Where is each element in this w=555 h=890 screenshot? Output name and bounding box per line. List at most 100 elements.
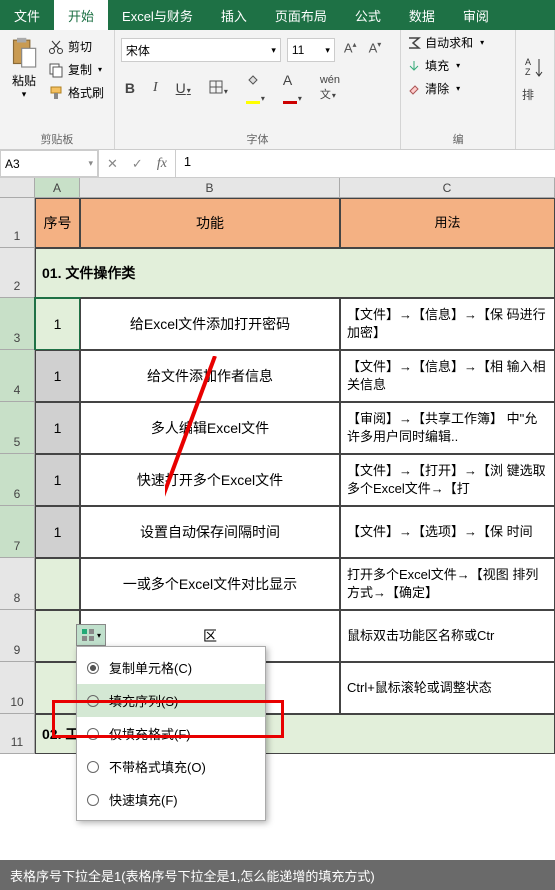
cell[interactable]: 设置自动保存间隔时间 bbox=[80, 506, 340, 558]
tab-excel-finance[interactable]: Excel与财务 bbox=[108, 0, 207, 30]
font-size-select[interactable]: 11▾ bbox=[287, 38, 335, 62]
caption-overlay: 表格序号下拉全是1(表格序号下拉全是1,怎么能递增的填充方式) bbox=[0, 860, 555, 890]
formula-bar-row: A3▾ ✕ ✓ fx 1 bbox=[0, 150, 555, 178]
row-header-2[interactable]: 2 bbox=[0, 248, 35, 298]
cell[interactable]: 给Excel文件添加打开密码 bbox=[80, 298, 340, 350]
autofill-menu: 复制单元格(C) 填充序列(S) 仅填充格式(F) 不带格式填充(O) 快速填充… bbox=[76, 646, 266, 821]
cell[interactable]: 【文件】→【信息】→【相 输入相关信息 bbox=[340, 350, 555, 402]
ribbon-tabs: 文件 开始 Excel与财务 插入 页面布局 公式 数据 审阅 bbox=[0, 0, 555, 30]
row-header-4[interactable]: 4 bbox=[0, 350, 35, 402]
row-header-1[interactable]: 1 bbox=[0, 198, 35, 248]
border-button[interactable]: ▾ bbox=[205, 78, 232, 99]
cell[interactable]: 【审阅】→【共享工作簿】 中"允许多用户同时编辑.. bbox=[340, 402, 555, 454]
row-header-7[interactable]: 7 bbox=[0, 506, 35, 558]
scissors-icon bbox=[48, 39, 64, 55]
tab-data[interactable]: 数据 bbox=[395, 0, 449, 30]
formula-bar[interactable]: 1 bbox=[175, 150, 555, 177]
menu-quick-fill[interactable]: 快速填充(F) bbox=[77, 783, 265, 816]
fx-button[interactable]: fx bbox=[157, 156, 167, 172]
cell-a3[interactable]: 1 bbox=[35, 298, 80, 350]
edit-group-label: 编 bbox=[401, 131, 515, 147]
name-box[interactable]: A3▾ bbox=[0, 150, 98, 177]
cut-label: 剪切 bbox=[68, 38, 92, 55]
cell[interactable]: Ctrl+鼠标滚轮或调整状态 bbox=[340, 662, 555, 714]
cell[interactable]: 给文件添加作者信息 bbox=[80, 350, 340, 402]
menu-fill-series[interactable]: 填充序列(S) bbox=[77, 684, 265, 717]
menu-fill-format[interactable]: 仅填充格式(F) bbox=[77, 717, 265, 750]
row-header-11[interactable]: 11 bbox=[0, 714, 35, 754]
autofill-options-button[interactable]: ▾ bbox=[76, 624, 106, 646]
ribbon-body: 粘贴 ▾ 剪切 复制▾ 格式刷 剪贴板 宋体▾ 11▾ A▴ A▾ bbox=[0, 30, 555, 150]
cell[interactable]: 1 bbox=[35, 402, 80, 454]
font-group-label: 字体 bbox=[115, 131, 400, 147]
tab-review[interactable]: 审阅 bbox=[449, 0, 503, 30]
underline-button[interactable]: U▾ bbox=[172, 78, 195, 98]
cell[interactable]: 一或多个Excel文件对比显示 bbox=[80, 558, 340, 610]
cell[interactable]: 【文件】→【选项】→【保 时间 bbox=[340, 506, 555, 558]
copy-button[interactable]: 复制▾ bbox=[48, 61, 104, 78]
bucket-icon bbox=[246, 74, 260, 85]
autosum-label: 自动求和 bbox=[425, 34, 473, 51]
clear-button[interactable]: 清除▾ bbox=[407, 80, 509, 97]
row-header-6[interactable]: 6 bbox=[0, 454, 35, 506]
fill-color-button[interactable]: ▾ bbox=[242, 70, 269, 106]
autofill-icon bbox=[81, 628, 95, 642]
font-name-select[interactable]: 宋体▾ bbox=[121, 38, 281, 62]
enter-formula-button[interactable]: ✓ bbox=[132, 156, 143, 172]
cell[interactable]: 快速打开多个Excel文件 bbox=[80, 454, 340, 506]
column-header-a[interactable]: A bbox=[35, 178, 80, 197]
bold-button[interactable]: B bbox=[121, 78, 139, 98]
sort-icon[interactable]: AZ bbox=[522, 55, 548, 81]
column-header-c[interactable]: C bbox=[340, 178, 555, 197]
cell[interactable] bbox=[35, 558, 80, 610]
select-all-corner[interactable] bbox=[0, 178, 35, 197]
cell[interactable]: 1 bbox=[35, 506, 80, 558]
tab-home[interactable]: 开始 bbox=[54, 0, 108, 30]
cell[interactable]: 1 bbox=[35, 350, 80, 402]
cell[interactable]: 【文件】→【信息】→【保 码进行加密】 bbox=[340, 298, 555, 350]
column-header-b[interactable]: B bbox=[80, 178, 340, 197]
fill-down-icon bbox=[407, 59, 421, 73]
font-color-button[interactable]: A▾ bbox=[279, 70, 306, 106]
cell[interactable]: 1 bbox=[35, 454, 80, 506]
clipboard-group-label: 剪贴板 bbox=[0, 131, 114, 147]
svg-text:Z: Z bbox=[525, 67, 531, 77]
paste-button[interactable]: 粘贴 ▾ bbox=[6, 34, 42, 145]
cell[interactable]: 多人编辑Excel文件 bbox=[80, 402, 340, 454]
row-header-5[interactable]: 5 bbox=[0, 402, 35, 454]
increase-font-button[interactable]: A▴ bbox=[341, 38, 360, 62]
cell[interactable] bbox=[35, 610, 80, 662]
cell[interactable]: 序号 bbox=[35, 198, 80, 248]
row-header-8[interactable]: 8 bbox=[0, 558, 35, 610]
tab-insert[interactable]: 插入 bbox=[207, 0, 261, 30]
menu-copy-cells[interactable]: 复制单元格(C) bbox=[77, 651, 265, 684]
italic-button[interactable]: I bbox=[149, 78, 162, 98]
sort-label: 排 bbox=[522, 86, 548, 103]
section-cell[interactable]: 01. 文件操作类 bbox=[35, 248, 555, 298]
cut-button[interactable]: 剪切 bbox=[48, 38, 104, 55]
cell[interactable]: 打开多个Excel文件→【视图 排列方式→【确定】 bbox=[340, 558, 555, 610]
cell[interactable]: 鼠标双击功能区名称或Ctr bbox=[340, 610, 555, 662]
row-header-3[interactable]: 3 bbox=[0, 298, 35, 350]
format-painter-label: 格式刷 bbox=[68, 84, 104, 101]
cancel-formula-button[interactable]: ✕ bbox=[107, 156, 118, 172]
border-icon bbox=[209, 80, 223, 94]
cell[interactable]: 功能 bbox=[80, 198, 340, 248]
cell[interactable] bbox=[35, 662, 80, 714]
autosum-button[interactable]: 自动求和▾ bbox=[407, 34, 509, 51]
cell[interactable]: 用法 bbox=[340, 198, 555, 248]
menu-no-format[interactable]: 不带格式填充(O) bbox=[77, 750, 265, 783]
clipboard-icon bbox=[10, 36, 38, 70]
row-header-9[interactable]: 9 bbox=[0, 610, 35, 662]
fill-button[interactable]: 填充▾ bbox=[407, 57, 509, 74]
decrease-font-button[interactable]: A▾ bbox=[366, 38, 385, 62]
tab-file[interactable]: 文件 bbox=[0, 0, 54, 30]
row-header-10[interactable]: 10 bbox=[0, 662, 35, 714]
cell[interactable]: 【文件】→【打开】→【浏 键选取多个Excel文件→【打 bbox=[340, 454, 555, 506]
tab-formula[interactable]: 公式 bbox=[341, 0, 395, 30]
tab-layout[interactable]: 页面布局 bbox=[261, 0, 341, 30]
svg-text:A: A bbox=[525, 57, 531, 67]
format-painter-button[interactable]: 格式刷 bbox=[48, 84, 104, 101]
fill-label: 填充 bbox=[425, 57, 449, 74]
pinyin-button[interactable]: wén文▾ bbox=[316, 72, 344, 104]
